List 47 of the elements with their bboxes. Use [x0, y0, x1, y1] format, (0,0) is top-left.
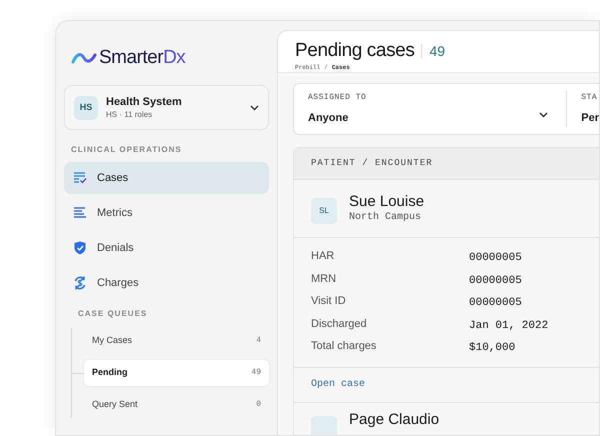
section-heading: CLINICAL OPERATIONS: [70, 144, 183, 156]
patient-name: Sue Louise: [349, 193, 424, 211]
field-label: Total charges: [311, 339, 378, 354]
queue-count: 0: [256, 399, 261, 411]
queue-item[interactable]: Query Sent 0: [84, 392, 269, 418]
patient-location: North Campus: [349, 211, 422, 225]
queue-item[interactable]: My Cases 4: [84, 328, 269, 354]
field-label: HAR: [311, 249, 336, 264]
filter-value: Per: [581, 110, 599, 126]
brand-name: SmarterDx: [99, 46, 186, 70]
dollar-cycle-icon: [73, 276, 87, 290]
patient-avatar: SL: [311, 198, 337, 224]
nav-item[interactable]: Charges: [64, 267, 269, 299]
field-value: $10,000: [469, 341, 516, 356]
field-value: Jan 01, 2022: [469, 318, 550, 334]
queue-item[interactable]: Pending 49: [84, 360, 269, 386]
nav-item[interactable]: Denials: [64, 232, 269, 264]
organization-selector[interactable]: HS Health System HS · 11 roles: [64, 85, 269, 130]
chevron-down-icon: [250, 104, 259, 110]
queue-count: 4: [256, 335, 261, 347]
field-value: 00000005: [469, 296, 523, 311]
filter-label: STA: [581, 92, 598, 104]
nav-item[interactable]: Metrics: [64, 197, 269, 229]
filter-label: ASSIGNED TO: [308, 92, 368, 104]
filter-value: Anyone: [308, 110, 350, 126]
field-label: Discharged: [311, 316, 368, 332]
organization-avatar: HS: [74, 96, 98, 120]
field-label: MRN: [311, 272, 338, 286]
filter-dropdown[interactable]: STA Per: [566, 91, 599, 127]
list-check-icon: [73, 171, 87, 185]
field-value: 00000005: [469, 251, 523, 266]
queue-count: 49: [251, 367, 261, 379]
organization-roles: HS · 11 roles: [106, 109, 154, 120]
organization-name: Health System: [106, 95, 183, 109]
case-count: 49: [429, 42, 446, 60]
shield-check-icon: [73, 241, 87, 255]
filter-dropdown[interactable]: ASSIGNED TO Anyone: [294, 91, 566, 127]
section-heading: CASE QUEUES: [77, 308, 148, 320]
wave-logo-icon: [71, 52, 97, 64]
open-case-link[interactable]: Open case: [311, 377, 366, 392]
patient-name: Page Claudio: [349, 410, 440, 428]
column-header: PATIENT / ENCOUNTER: [311, 156, 433, 170]
page-title: Pending cases: [295, 39, 414, 63]
field-value: 00000005: [469, 274, 523, 288]
bars-icon: [73, 206, 87, 220]
field-label: Visit ID: [311, 294, 347, 309]
nav-item[interactable]: Cases: [64, 162, 269, 194]
